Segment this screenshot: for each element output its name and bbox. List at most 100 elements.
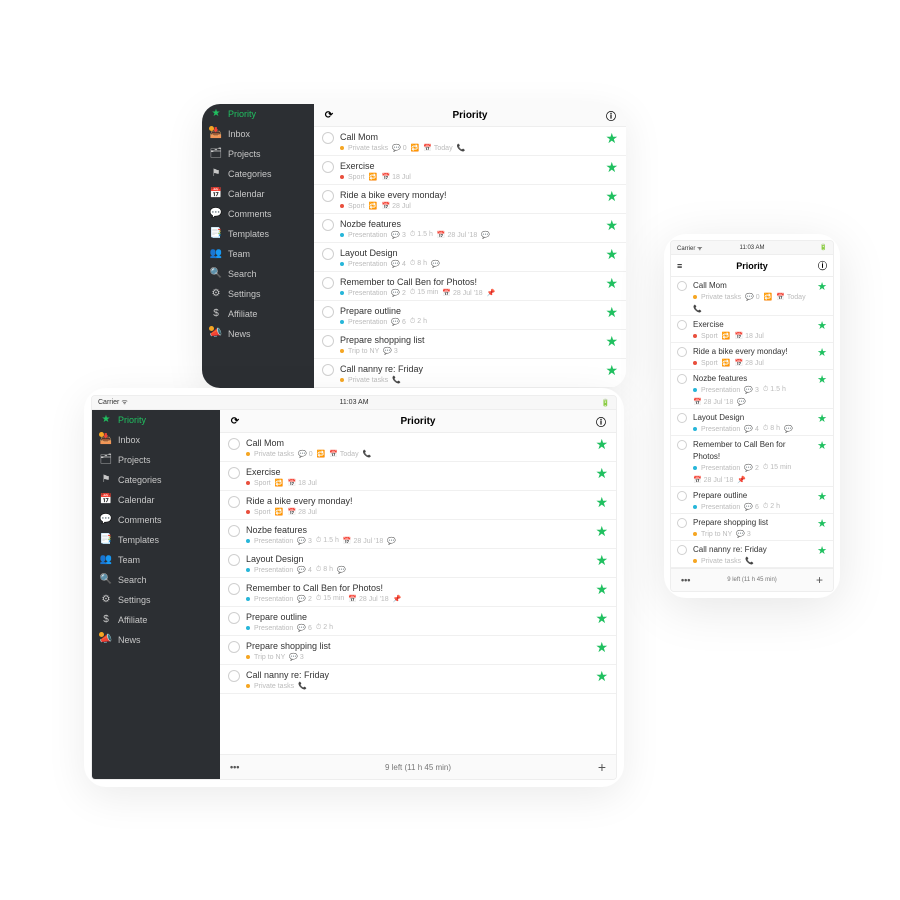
star-toggle[interactable]: ★ xyxy=(817,280,827,294)
sidebar-item-templates[interactable]: 📑Templates xyxy=(202,224,314,244)
menu-button[interactable]: ≡ xyxy=(677,261,682,271)
star-toggle[interactable]: ★ xyxy=(817,412,827,426)
info-button[interactable]: ⓘ xyxy=(604,108,618,122)
sidebar-item-search[interactable]: 🔍Search xyxy=(92,570,220,590)
complete-checkbox[interactable] xyxy=(228,670,240,682)
sidebar-item-inbox[interactable]: 📥Inbox xyxy=(202,124,314,144)
complete-checkbox[interactable] xyxy=(677,374,687,384)
complete-checkbox[interactable] xyxy=(228,612,240,624)
task-row[interactable]: Prepare shopping listTrip to NY💬 3★ xyxy=(314,330,626,359)
task-row[interactable]: Nozbe featuresPresentation💬 3⏱ 1.5 h📅 28… xyxy=(671,370,833,409)
star-toggle[interactable]: ★ xyxy=(605,189,618,203)
task-row[interactable]: Ride a bike every monday!Sport🔁📅 28 Jul★ xyxy=(671,343,833,370)
complete-checkbox[interactable] xyxy=(228,525,240,537)
task-row[interactable]: Prepare shopping listTrip to NY💬 3★ xyxy=(220,636,616,665)
star-toggle[interactable]: ★ xyxy=(817,517,827,531)
complete-checkbox[interactable] xyxy=(322,364,334,376)
star-toggle[interactable]: ★ xyxy=(817,439,827,453)
info-button[interactable]: ⓘ xyxy=(594,414,608,428)
star-toggle[interactable]: ★ xyxy=(605,276,618,290)
sidebar-item-priority[interactable]: ★Priority xyxy=(92,410,220,430)
complete-checkbox[interactable] xyxy=(677,491,687,501)
sidebar-item-team[interactable]: 👥Team xyxy=(92,550,220,570)
sidebar-item-categories[interactable]: ⚑Categories xyxy=(202,164,314,184)
sidebar-item-projects[interactable]: 🗂Projects xyxy=(92,450,220,470)
complete-checkbox[interactable] xyxy=(322,161,334,173)
sidebar-item-team[interactable]: 👥Team xyxy=(202,244,314,264)
star-toggle[interactable]: ★ xyxy=(595,582,608,596)
complete-checkbox[interactable] xyxy=(677,545,687,555)
info-button[interactable]: ⓘ xyxy=(818,259,827,272)
complete-checkbox[interactable] xyxy=(228,467,240,479)
sidebar-item-calendar[interactable]: 📅Calendar xyxy=(202,184,314,204)
complete-checkbox[interactable] xyxy=(228,438,240,450)
star-toggle[interactable]: ★ xyxy=(605,334,618,348)
task-row[interactable]: ExerciseSport🔁📅 18 Jul★ xyxy=(314,156,626,185)
complete-checkbox[interactable] xyxy=(322,306,334,318)
more-button[interactable]: ••• xyxy=(681,575,690,585)
add-button[interactable]: + xyxy=(598,759,606,775)
task-row[interactable]: Nozbe featuresPresentation💬 3⏱ 1.5 h📅 28… xyxy=(220,520,616,549)
refresh-button[interactable]: ⟳ xyxy=(228,414,242,428)
complete-checkbox[interactable] xyxy=(228,554,240,566)
star-toggle[interactable]: ★ xyxy=(605,218,618,232)
task-row[interactable]: Ride a bike every monday!Sport🔁📅 28 Jul★ xyxy=(220,491,616,520)
task-row[interactable]: Call MomPrivate tasks💬 0🔁📅 Today📞★ xyxy=(220,433,616,462)
star-toggle[interactable]: ★ xyxy=(595,466,608,480)
star-toggle[interactable]: ★ xyxy=(605,247,618,261)
star-toggle[interactable]: ★ xyxy=(595,495,608,509)
star-toggle[interactable]: ★ xyxy=(817,490,827,504)
star-toggle[interactable]: ★ xyxy=(595,611,608,625)
sidebar-item-inbox[interactable]: 📥Inbox xyxy=(92,430,220,450)
task-row[interactable]: Nozbe featuresPresentation💬 3⏱ 1.5 h📅 28… xyxy=(314,214,626,243)
complete-checkbox[interactable] xyxy=(677,440,687,450)
star-toggle[interactable]: ★ xyxy=(817,544,827,558)
task-row[interactable]: Call nanny re: FridayPrivate tasks📞★ xyxy=(220,665,616,694)
star-toggle[interactable]: ★ xyxy=(595,669,608,683)
task-row[interactable]: Call nanny re: FridayPrivate tasks📞★ xyxy=(671,541,833,568)
complete-checkbox[interactable] xyxy=(322,190,334,202)
sidebar-item-affiliate[interactable]: $Affiliate xyxy=(202,304,314,324)
star-toggle[interactable]: ★ xyxy=(595,437,608,451)
task-row[interactable]: Layout DesignPresentation💬 4⏱ 8 h💬★ xyxy=(220,549,616,578)
sidebar-item-priority[interactable]: ★Priority xyxy=(202,104,314,124)
complete-checkbox[interactable] xyxy=(322,335,334,347)
task-row[interactable]: Layout DesignPresentation💬 4⏱ 8 h💬★ xyxy=(314,243,626,272)
star-toggle[interactable]: ★ xyxy=(817,346,827,360)
task-row[interactable]: Call nanny re: FridayPrivate tasks📞★ xyxy=(314,359,626,388)
task-row[interactable]: Prepare shopping listTrip to NY💬 3★ xyxy=(671,514,833,541)
task-row[interactable]: Remember to Call Ben for Photos!Presenta… xyxy=(220,578,616,607)
complete-checkbox[interactable] xyxy=(322,248,334,260)
task-row[interactable]: Prepare outlinePresentation💬 6⏱ 2 h★ xyxy=(671,487,833,514)
complete-checkbox[interactable] xyxy=(228,641,240,653)
more-button[interactable]: ••• xyxy=(230,762,239,772)
complete-checkbox[interactable] xyxy=(677,320,687,330)
complete-checkbox[interactable] xyxy=(322,132,334,144)
task-row[interactable]: Layout DesignPresentation💬 4⏱ 8 h💬★ xyxy=(671,409,833,436)
star-toggle[interactable]: ★ xyxy=(595,553,608,567)
star-toggle[interactable]: ★ xyxy=(817,319,827,333)
star-toggle[interactable]: ★ xyxy=(605,363,618,377)
sidebar-item-news[interactable]: 📣News xyxy=(202,324,314,344)
sidebar-item-settings[interactable]: ⚙Settings xyxy=(202,284,314,304)
refresh-button[interactable]: ⟳ xyxy=(322,108,336,122)
complete-checkbox[interactable] xyxy=(228,496,240,508)
complete-checkbox[interactable] xyxy=(228,583,240,595)
star-toggle[interactable]: ★ xyxy=(605,131,618,145)
sidebar-item-comments[interactable]: 💬Comments xyxy=(92,510,220,530)
sidebar-item-projects[interactable]: 🗂Projects xyxy=(202,144,314,164)
task-row[interactable]: Remember to Call Ben for Photos!Presenta… xyxy=(671,436,833,487)
complete-checkbox[interactable] xyxy=(322,219,334,231)
task-row[interactable]: Call MomPrivate tasks💬 0🔁📅 Today📞★ xyxy=(314,127,626,156)
task-row[interactable]: Remember to Call Ben for Photos!Presenta… xyxy=(314,272,626,301)
task-row[interactable]: ExerciseSport🔁📅 18 Jul★ xyxy=(671,316,833,343)
star-toggle[interactable]: ★ xyxy=(595,640,608,654)
sidebar-item-calendar[interactable]: 📅Calendar xyxy=(92,490,220,510)
sidebar-item-search[interactable]: 🔍Search xyxy=(202,264,314,284)
task-row[interactable]: Ride a bike every monday!Sport🔁📅 28 Jul★ xyxy=(314,185,626,214)
task-row[interactable]: ExerciseSport🔁📅 18 Jul★ xyxy=(220,462,616,491)
sidebar-item-templates[interactable]: 📑Templates xyxy=(92,530,220,550)
sidebar-item-affiliate[interactable]: $Affiliate xyxy=(92,610,220,630)
star-toggle[interactable]: ★ xyxy=(817,373,827,387)
star-toggle[interactable]: ★ xyxy=(605,160,618,174)
